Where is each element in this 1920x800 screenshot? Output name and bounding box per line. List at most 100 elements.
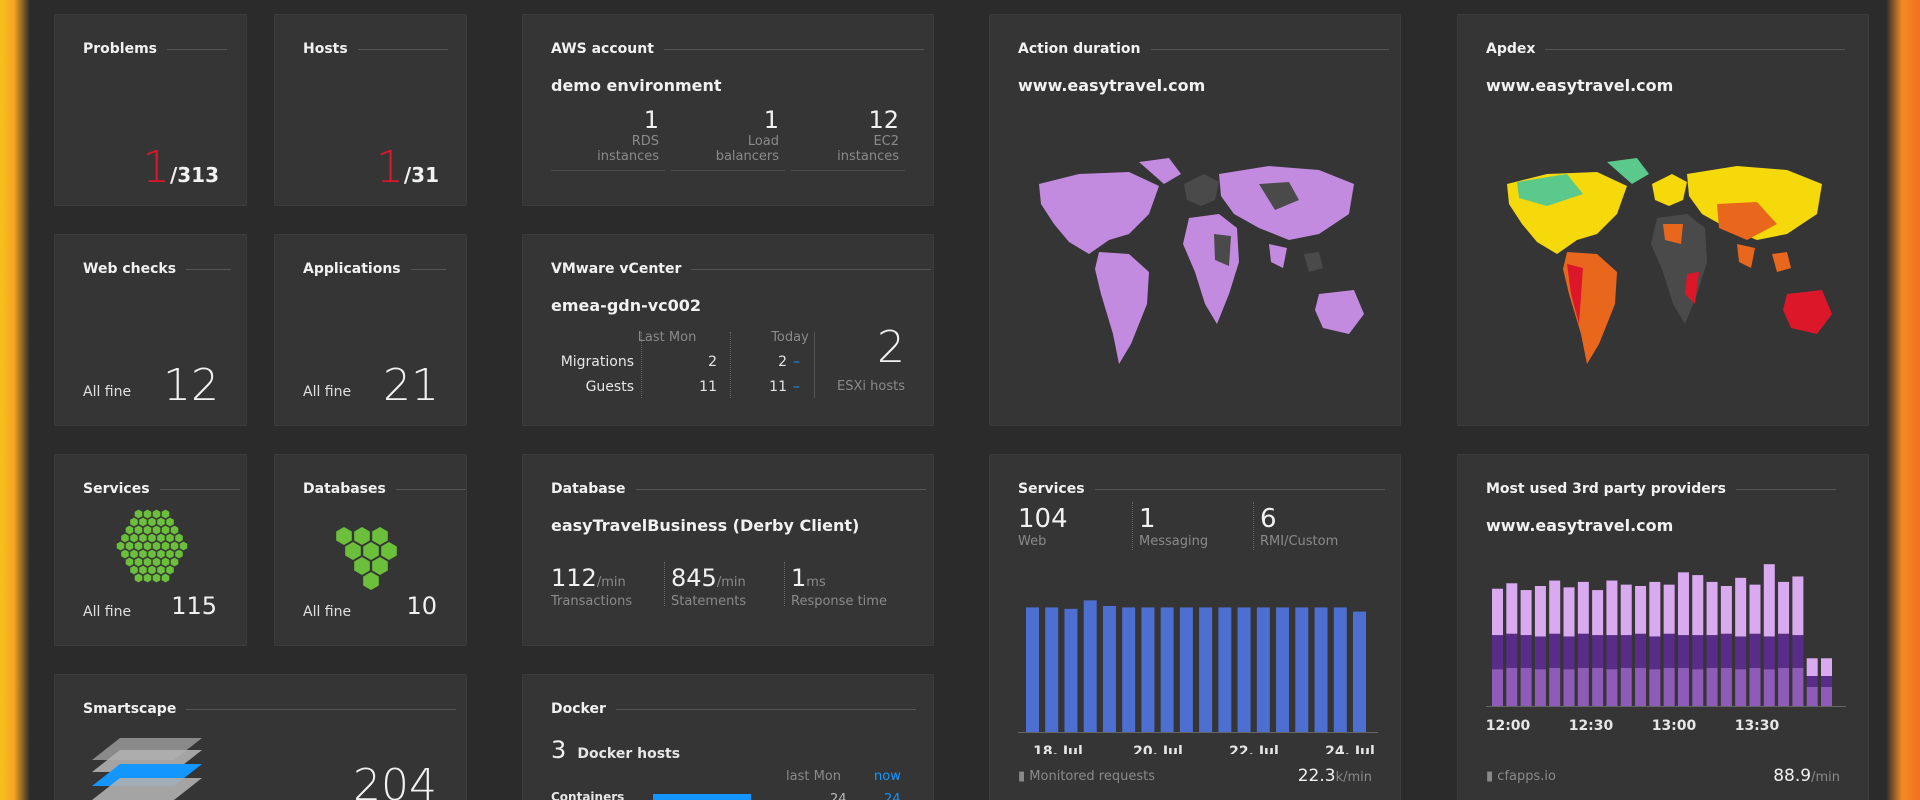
service-hex bbox=[139, 517, 147, 527]
provider-bar-segment bbox=[1821, 676, 1832, 687]
provider-bar-segment bbox=[1592, 667, 1604, 706]
service-hex bbox=[166, 533, 174, 543]
service-hex bbox=[166, 549, 174, 559]
provider-bar-segment bbox=[1763, 636, 1775, 670]
provider-bar-segment bbox=[1720, 667, 1732, 706]
databases-tile[interactable]: Databases All fine 10 bbox=[274, 454, 467, 646]
services-bar bbox=[1122, 607, 1136, 732]
provider-bar-segment bbox=[1534, 669, 1546, 706]
service-hex bbox=[157, 517, 165, 527]
aws-metrics: 1 RDS instances 1 Load balancers 12 EC2 … bbox=[551, 106, 905, 171]
col-today: Today bbox=[771, 330, 809, 345]
provider-bar-segment bbox=[1806, 686, 1818, 706]
services-bar bbox=[1333, 607, 1347, 732]
service-hex bbox=[130, 517, 138, 527]
docker-hosts: 3 Docker hosts bbox=[551, 736, 681, 764]
service-hex bbox=[161, 573, 170, 583]
service-hex bbox=[139, 565, 147, 575]
service-hex bbox=[157, 565, 165, 575]
service-hex bbox=[175, 549, 183, 559]
service-hex bbox=[143, 525, 152, 535]
smartscape-tile[interactable]: Smartscape 204 bbox=[54, 674, 467, 800]
service-hex bbox=[125, 557, 134, 567]
provider-bar-segment bbox=[1735, 669, 1747, 706]
applications-tile[interactable]: Applications All fine 21 bbox=[274, 234, 467, 426]
status-text: All fine bbox=[303, 604, 352, 620]
tile-title: Hosts bbox=[303, 41, 448, 57]
service-hex bbox=[175, 533, 183, 543]
provider-bar-segment bbox=[1492, 588, 1503, 636]
provider-bar-segment bbox=[1778, 633, 1790, 668]
provider-bar-segment bbox=[1635, 586, 1647, 634]
services-tile[interactable]: Services All fine 115 bbox=[54, 454, 247, 646]
service-hex bbox=[143, 541, 152, 551]
x-tick-label: 24. Jul bbox=[1325, 744, 1375, 754]
problem-hosts: 1 bbox=[375, 142, 404, 193]
action-duration-tile[interactable]: Action duration www.easytravel.com bbox=[989, 14, 1401, 426]
provider-bar-segment bbox=[1520, 590, 1532, 636]
vmware-vcenter-tile[interactable]: VMware vCenter emea-gdn-vc002 Last Mon T… bbox=[522, 234, 934, 426]
tile-title: Problems bbox=[83, 41, 228, 57]
x-tick-label: 18. Jul bbox=[1033, 744, 1083, 754]
hosts-tile[interactable]: Hosts 1/31 bbox=[274, 14, 467, 206]
tile-title: Docker bbox=[551, 701, 916, 717]
web-checks-tile[interactable]: Web checks All fine 12 bbox=[54, 234, 247, 426]
service-hex bbox=[161, 509, 170, 519]
application-name: www.easytravel.com bbox=[1486, 76, 1674, 95]
services-chart-tile[interactable]: Services 104 Web 1 Messaging 6 RMI/Custo… bbox=[989, 454, 1401, 800]
provider-bar-segment bbox=[1720, 586, 1732, 634]
service-hex bbox=[121, 549, 129, 559]
provider-bar-segment bbox=[1663, 584, 1675, 634]
service-hex bbox=[134, 573, 143, 583]
service-hex bbox=[134, 541, 143, 551]
docker-tile[interactable]: Docker 3 Docker hosts last Mon now Conta… bbox=[522, 674, 934, 800]
apdex-tile[interactable]: Apdex www.easytravel.com bbox=[1457, 14, 1869, 426]
database-tile[interactable]: Database easyTravelBusiness (Derby Clien… bbox=[522, 454, 934, 646]
provider-bar-segment bbox=[1706, 635, 1718, 668]
services-bar bbox=[1256, 607, 1270, 732]
service-hex bbox=[170, 525, 179, 535]
col-now: now bbox=[874, 769, 901, 784]
application-name: www.easytravel.com bbox=[1018, 76, 1206, 95]
service-hex bbox=[134, 557, 143, 567]
service-hex bbox=[152, 557, 161, 567]
provider-bar-segment bbox=[1592, 635, 1604, 668]
problems-count: 1/313 bbox=[142, 142, 219, 193]
tile-title: Applications bbox=[303, 261, 446, 277]
db-metric-response-time: 1ms Response time bbox=[791, 564, 887, 609]
provider-bar-segment bbox=[1763, 564, 1775, 637]
open-problems: 1 bbox=[141, 142, 170, 193]
provider-bar-segment bbox=[1763, 669, 1775, 706]
provider-bar-segment bbox=[1792, 635, 1804, 668]
services-bar bbox=[1314, 607, 1328, 732]
provider-bar-segment bbox=[1778, 667, 1790, 706]
status-text: All fine bbox=[83, 384, 132, 400]
tile-title: Web checks bbox=[83, 261, 232, 277]
provider-bar-segment bbox=[1749, 584, 1761, 634]
service-hex bbox=[130, 533, 138, 543]
provider-bar-segment bbox=[1735, 636, 1747, 670]
service-hex bbox=[121, 533, 129, 543]
aws-account-tile[interactable]: AWS account demo environment 1 RDS insta… bbox=[522, 14, 934, 206]
third-party-tile[interactable]: Most used 3rd party providers www.easytr… bbox=[1457, 454, 1869, 800]
service-hex bbox=[125, 541, 134, 551]
service-hex bbox=[143, 557, 152, 567]
provider-bar-segment bbox=[1534, 636, 1546, 670]
provider-bar-segment bbox=[1549, 633, 1561, 668]
service-hex bbox=[143, 573, 152, 583]
provider-bar-segment bbox=[1778, 581, 1790, 634]
services-messaging: 1 Messaging bbox=[1139, 504, 1209, 549]
x-tick-label: 13:30 bbox=[1735, 718, 1780, 734]
provider-bar-segment bbox=[1549, 667, 1561, 706]
provider-bar-segment bbox=[1620, 584, 1632, 636]
provider-bar-segment bbox=[1563, 636, 1575, 670]
tile-title: Database bbox=[551, 481, 926, 497]
problems-tile[interactable]: Problems 1/313 bbox=[54, 14, 247, 206]
service-hex bbox=[148, 533, 156, 543]
services-bar bbox=[1083, 600, 1097, 732]
service-hex bbox=[170, 541, 179, 551]
provider-bar-segment bbox=[1792, 576, 1804, 636]
services-count: 115 bbox=[171, 592, 217, 620]
provider-bar-segment bbox=[1749, 633, 1761, 668]
service-hex bbox=[166, 565, 174, 575]
